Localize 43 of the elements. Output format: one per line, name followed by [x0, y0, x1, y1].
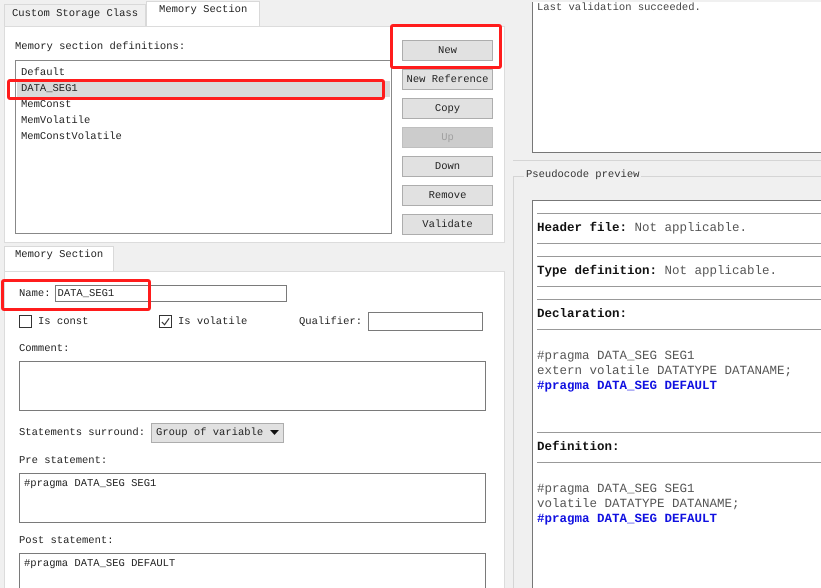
post-statement-field[interactable]: #pragma DATA_SEG DEFAULT: [19, 553, 486, 588]
list-item[interactable]: MemConstVolatile: [17, 129, 390, 145]
post-statement-label: Post statement:: [19, 535, 115, 547]
qualifier-field[interactable]: [368, 312, 484, 331]
tab[interactable]: Custom Storage Class: [4, 4, 146, 26]
pre-statement-label: Pre statement:: [19, 455, 108, 467]
preview-heading: Declaration:: [537, 306, 628, 323]
pre-statement-field[interactable]: #pragma DATA_SEG SEG1: [19, 473, 486, 523]
button[interactable]: New Reference: [402, 69, 493, 90]
checkbox[interactable]: [159, 315, 172, 328]
preview-heading: Definition:: [537, 439, 621, 456]
code-line: volatile DATATYPE DATANAME;: [537, 497, 741, 512]
preview-text: Type definition: Not applicable.: [537, 263, 778, 280]
button[interactable]: Validate: [402, 214, 493, 235]
list-item[interactable]: MemVolatile: [17, 113, 390, 129]
tab[interactable]: Memory Section: [146, 1, 260, 26]
button[interactable]: New: [402, 40, 493, 61]
list-item[interactable]: MemConst: [17, 97, 390, 113]
code-line: #pragma DATA_SEG DEFAULT: [537, 512, 718, 527]
list-label: Memory section definitions:: [15, 41, 186, 53]
checkbox-label: Is volatile: [178, 316, 248, 328]
list-item[interactable]: Default: [17, 65, 390, 81]
button[interactable]: Copy: [402, 98, 493, 119]
button[interactable]: Down: [402, 156, 493, 177]
name-label: Name:: [19, 288, 51, 300]
code-line: #pragma DATA_SEG SEG1: [537, 482, 696, 497]
code-line: #pragma DATA_SEG DEFAULT: [537, 379, 718, 394]
preview-text: Header file: Not applicable.: [537, 220, 748, 237]
validation-message: Last validation succeeded.: [537, 2, 702, 14]
button[interactable]: Remove: [402, 185, 493, 206]
name-field[interactable]: DATA_SEG1: [54, 285, 287, 302]
comment-field[interactable]: [19, 361, 486, 411]
tab[interactable]: Memory Section: [4, 246, 114, 271]
qualifier-label: Qualifier:: [299, 316, 362, 328]
list-item[interactable]: DATA_SEG1: [17, 81, 390, 97]
surround-label: Statements surround:: [19, 427, 146, 439]
checkbox[interactable]: [19, 315, 32, 328]
code-line: #pragma DATA_SEG SEG1: [537, 349, 696, 364]
surround-dropdown[interactable]: Group of variable: [151, 423, 284, 443]
group-title: Pseudocode preview: [524, 169, 642, 181]
checkbox-label: Is const: [38, 316, 88, 328]
code-line: extern volatile DATATYPE DATANAME;: [537, 364, 794, 379]
comment-label: Comment:: [19, 343, 70, 355]
